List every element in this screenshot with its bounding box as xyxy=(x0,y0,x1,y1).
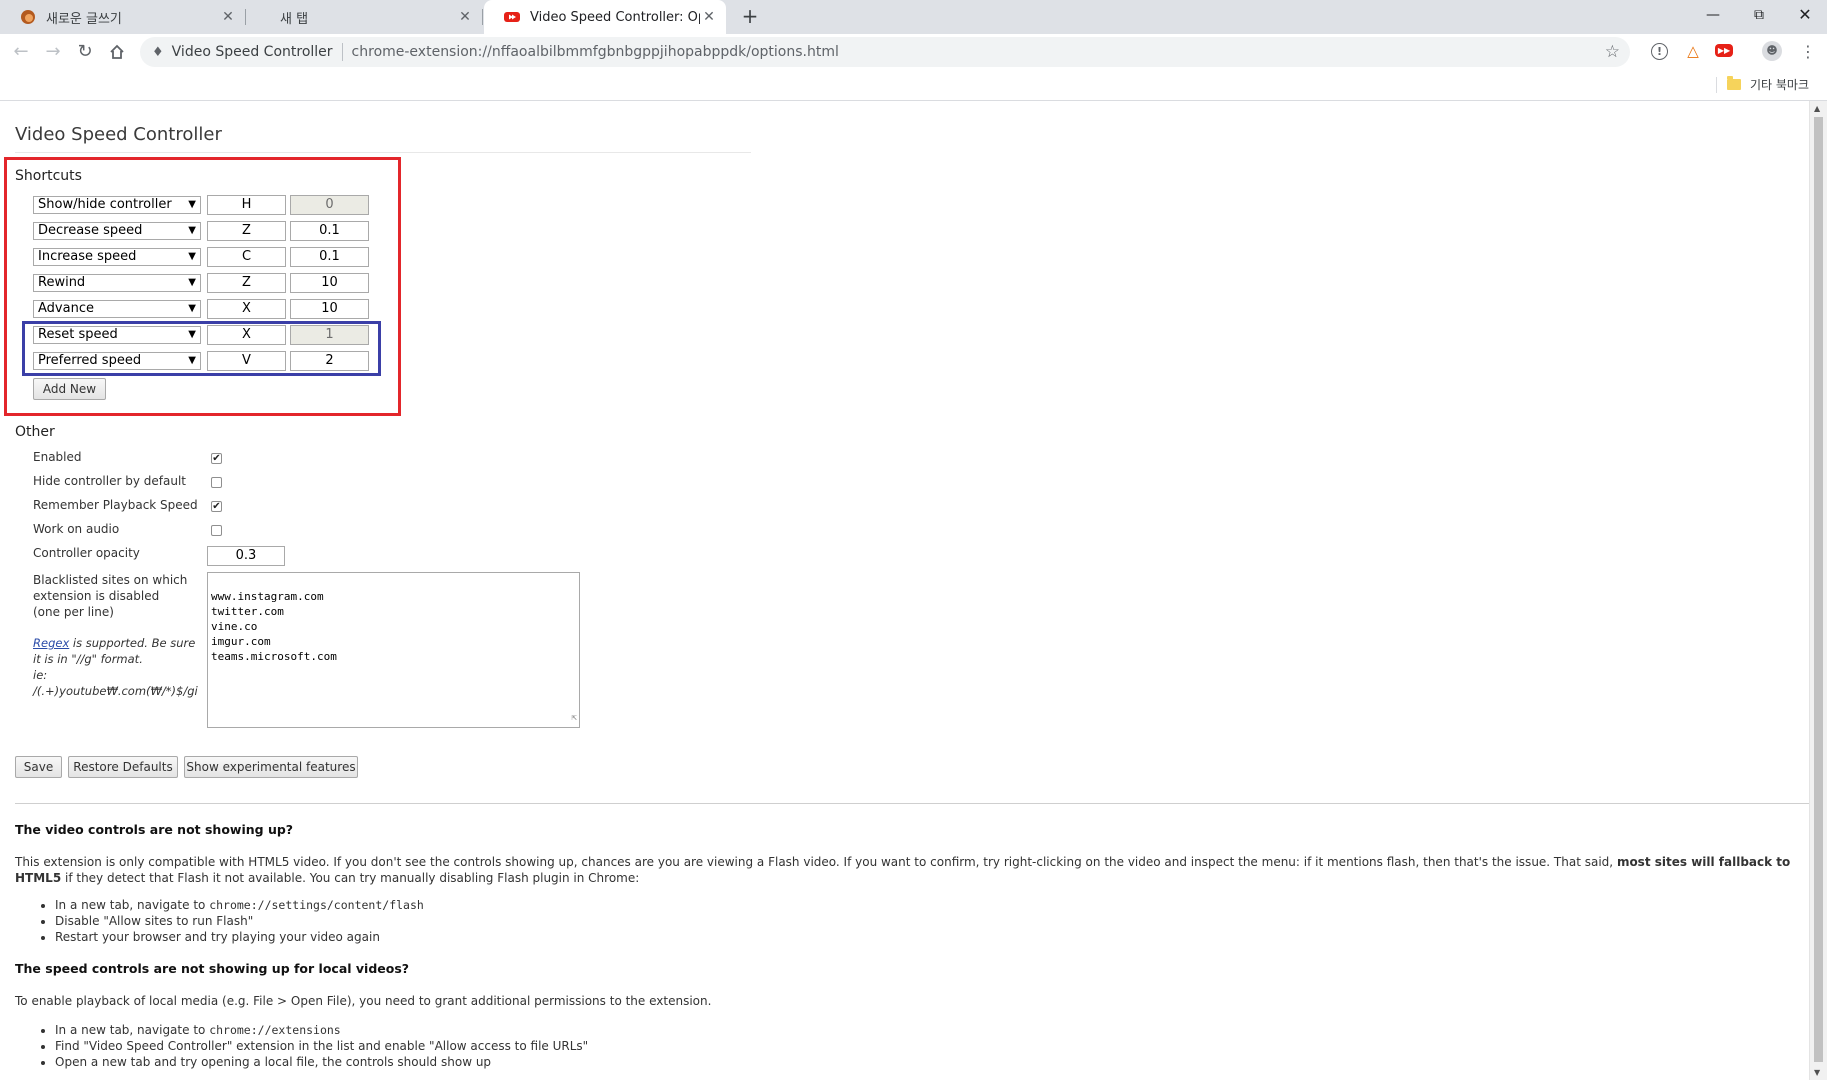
speed-shortcuts-highlight-box xyxy=(22,321,381,376)
video-speed-extension-icon[interactable]: ▶▶ xyxy=(1715,44,1733,57)
faq-list-text: In a new tab, navigate to xyxy=(55,1023,210,1037)
extension-chip[interactable]: ♦ Video Speed Controller xyxy=(140,44,333,60)
browser-toolbar: ← → ↻ ♦ Video Speed Controller chrome-ex… xyxy=(0,34,1827,70)
blacklist-label-line: Blacklisted sites on which xyxy=(33,573,188,587)
faq-list-code: chrome://extensions xyxy=(209,1023,341,1037)
minimize-icon[interactable]: — xyxy=(1690,0,1736,30)
tab-title: 새 탭 xyxy=(280,11,309,27)
faq-list-item: Open a new tab and try opening a local f… xyxy=(55,1054,588,1070)
faq-list-item: Find "Video Speed Controller" extension … xyxy=(55,1038,588,1054)
divider xyxy=(341,43,343,61)
hide-controller-checkbox[interactable] xyxy=(211,477,222,488)
faq-list-item: In a new tab, navigate to chrome://setti… xyxy=(55,897,424,913)
page-scrollbar[interactable]: ▲ ▼ xyxy=(1809,101,1827,1080)
tab-new-tab[interactable]: 새 탭 ✕ xyxy=(246,0,483,34)
faq-question-2: The speed controls are not showing up fo… xyxy=(15,961,410,976)
faq-list-text: Find "Video Speed Controller" extension … xyxy=(55,1039,589,1053)
show-experimental-button[interactable]: Show experimental features xyxy=(184,756,358,778)
enabled-checkbox[interactable]: ✔ xyxy=(211,453,222,464)
faq-answer-text: This extension is only compatible with H… xyxy=(15,855,1617,869)
regex-link[interactable]: Regex xyxy=(33,636,69,650)
blacklist-line: www.instagram.com xyxy=(211,590,324,603)
blacklist-line: teams.microsoft.com xyxy=(211,650,337,663)
profile-avatar-icon[interactable]: ☻ xyxy=(1762,41,1782,61)
info-extension-icon[interactable]: ! xyxy=(1651,43,1668,60)
remember-speed-checkbox[interactable]: ✔ xyxy=(211,501,222,512)
fire-extension-icon[interactable]: △ xyxy=(1683,41,1703,61)
other-bookmarks-folder[interactable]: 기타 북마크 xyxy=(1727,76,1809,93)
youtube-icon xyxy=(504,12,520,22)
resize-handle-icon[interactable]: ⇱ xyxy=(572,711,577,726)
tab-title: 새로운 글쓰기 xyxy=(46,11,122,27)
menu-icon[interactable]: ⋮ xyxy=(1796,40,1820,64)
regex-note: Regex is supported. Be sure it is in "//… xyxy=(33,635,205,699)
faq-list-text: Disable "Allow sites to run Flash" xyxy=(55,914,254,928)
faq-answer-2: To enable playback of local media (e.g. … xyxy=(15,994,712,1008)
faq-list-item: Restart your browser and try playing you… xyxy=(55,929,424,945)
tab-new-post[interactable]: 새로운 글쓰기 ✕ xyxy=(0,0,246,34)
blacklist-line: imgur.com xyxy=(211,635,271,648)
work-on-audio-checkbox[interactable] xyxy=(211,525,222,536)
url-text: chrome-extension://nffaoalbilbmmfgbnbgpp… xyxy=(351,44,839,60)
blacklist-label: Blacklisted sites on which extension is … xyxy=(33,572,187,620)
remember-speed-label: Remember Playback Speed xyxy=(33,498,198,512)
opacity-input[interactable]: 0.3 xyxy=(207,546,285,566)
folder-label: 기타 북마크 xyxy=(1750,78,1810,92)
hedgehog-icon xyxy=(21,10,35,24)
faq-list-item: Disable "Allow sites to run Flash" xyxy=(55,913,424,929)
faq-list-text: Restart your browser and try playing you… xyxy=(55,930,380,944)
bookmarks-bar: 기타 북마크 xyxy=(0,70,1827,101)
back-icon[interactable]: ← xyxy=(9,40,33,64)
close-icon[interactable]: ✕ xyxy=(219,9,237,25)
faq-list-code: chrome://settings/content/flash xyxy=(209,898,424,912)
tab-strip: 새로운 글쓰기 ✕ 새 탭 ✕ Video Speed Controller: … xyxy=(0,0,1827,34)
blacklist-label-line: extension is disabled xyxy=(33,589,160,603)
extension-chip-label: Video Speed Controller xyxy=(171,44,333,60)
faq-answer-1: This extension is only compatible with H… xyxy=(15,854,1810,886)
blacklist-line: vine.co xyxy=(211,620,258,633)
faq-list-text: Open a new tab and try opening a local f… xyxy=(55,1055,492,1069)
scroll-thumb[interactable] xyxy=(1814,117,1823,1062)
faq-question-1: The video controls are not showing up? xyxy=(15,822,294,837)
restore-defaults-button[interactable]: Restore Defaults xyxy=(68,756,178,778)
address-bar[interactable]: ♦ Video Speed Controller chrome-extensio… xyxy=(140,37,1630,67)
regex-example: ie: /(.+)youtube₩.com(₩/*)$/gi xyxy=(33,668,198,698)
new-tab-button[interactable]: + xyxy=(738,4,762,28)
bookmark-star-icon[interactable]: ☆ xyxy=(1605,42,1620,62)
forward-icon[interactable]: → xyxy=(41,40,65,64)
close-icon[interactable]: ✕ xyxy=(700,9,718,25)
tab-title: Video Speed Controller: Options xyxy=(530,9,700,25)
scroll-up-icon[interactable]: ▲ xyxy=(1814,104,1820,113)
section-divider xyxy=(15,803,1809,804)
puzzle-icon: ♦ xyxy=(152,44,164,60)
other-heading: Other xyxy=(15,424,55,440)
blacklist-line: twitter.com xyxy=(211,605,284,618)
divider xyxy=(1716,77,1717,93)
faq-list-text: In a new tab, navigate to xyxy=(55,898,210,912)
page-title: Video Speed Controller xyxy=(15,124,222,145)
hide-controller-label: Hide controller by default xyxy=(33,474,186,488)
blacklist-textarea[interactable]: www.instagram.com twitter.com vine.co imgur… xyxy=(207,572,580,728)
faq-list-2: In a new tab, navigate to chrome://exten… xyxy=(40,1022,588,1070)
shortcuts-highlight-box xyxy=(4,157,401,416)
reload-icon[interactable]: ↻ xyxy=(73,40,97,64)
restore-icon[interactable]: ⧉ xyxy=(1736,0,1782,30)
tab-video-speed-controller[interactable]: Video Speed Controller: Options ✕ xyxy=(484,0,726,34)
opacity-label: Controller opacity xyxy=(33,546,140,560)
close-icon[interactable]: ✕ xyxy=(456,9,474,25)
title-rule xyxy=(15,152,751,153)
faq-list-1: In a new tab, navigate to chrome://setti… xyxy=(40,897,424,945)
scroll-down-icon[interactable]: ▼ xyxy=(1814,1068,1820,1077)
home-icon[interactable] xyxy=(105,40,129,64)
window-close-icon[interactable]: ✕ xyxy=(1782,0,1827,30)
save-button[interactable]: Save xyxy=(15,756,62,778)
blacklist-label-line: (one per line) xyxy=(33,605,114,619)
faq-list-item: In a new tab, navigate to chrome://exten… xyxy=(55,1022,588,1038)
enabled-label: Enabled xyxy=(33,450,82,464)
work-on-audio-label: Work on audio xyxy=(33,522,120,536)
folder-icon xyxy=(1727,76,1741,90)
faq-answer-text: if they detect that Flash it not availab… xyxy=(61,871,640,885)
